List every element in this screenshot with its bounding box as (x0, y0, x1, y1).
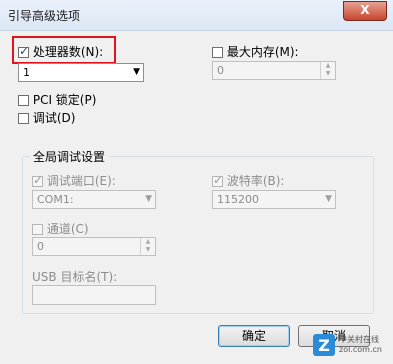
spinner-arrows-icon[interactable]: ▲ ▼ (320, 62, 335, 79)
debug-port-option[interactable]: 调试端口(E): (32, 172, 116, 189)
debug-checkbox[interactable] (18, 113, 29, 124)
processor-count-select[interactable]: 1 ▼ (18, 63, 144, 82)
debug-option[interactable]: 调试(D) (18, 109, 75, 126)
spinner-arrows-icon[interactable]: ▲ ▼ (140, 238, 155, 255)
pci-lock-label: PCI 锁定(P) (32, 93, 97, 107)
usb-target-label: USB 目标名(T): (32, 270, 118, 284)
pci-lock-option[interactable]: PCI 锁定(P) (18, 91, 96, 108)
baud-rate-label: 波特率(B): (226, 174, 285, 188)
channel-label: 通道(C) (46, 222, 89, 236)
pci-lock-checkbox[interactable] (18, 95, 29, 106)
close-button[interactable]: X (343, 1, 387, 21)
watermark-line1: 中关村在线 (339, 335, 379, 344)
channel-spinner[interactable]: 0 ▲ ▼ (32, 237, 156, 256)
global-debug-title: 全局调试设置 (30, 148, 109, 165)
debug-port-select[interactable]: COM1: ▼ (32, 190, 156, 209)
processor-count-value: 1 (23, 66, 30, 79)
max-memory-spinner[interactable]: 0 ▲ ▼ (212, 61, 336, 80)
boot-advanced-options-dialog: 引导高级选项 X 处理器数(N): 1 ▼ 最大内存(M): 0 ▲▼ PCI … (0, 0, 393, 364)
processor-count-option[interactable]: 处理器数(N): (18, 43, 103, 60)
chevron-down-icon: ▼ (325, 194, 332, 204)
max-memory-option[interactable]: 最大内存(M): (212, 43, 299, 60)
debug-port-label: 调试端口(E): (46, 174, 116, 188)
max-memory-checkbox[interactable] (212, 47, 223, 58)
watermark: Z 中关村在线 zol.com.cn (313, 332, 383, 358)
usb-target-input[interactable] (32, 285, 156, 305)
max-memory-value: 0 (217, 64, 224, 77)
debug-port-value: COM1: (37, 193, 74, 206)
svg-text:Z: Z (318, 336, 330, 355)
baud-rate-select[interactable]: 115200 ▼ (212, 190, 336, 209)
watermark-line2: zol.com.cn (339, 345, 382, 354)
chevron-down-icon: ▼ (145, 194, 152, 204)
baud-rate-checkbox[interactable] (212, 173, 223, 187)
processor-count-label: 处理器数(N): (32, 45, 104, 59)
chevron-down-icon: ▼ (133, 67, 140, 77)
processor-count-checkbox[interactable] (18, 44, 29, 58)
baud-rate-value: 115200 (217, 193, 259, 206)
debug-port-checkbox[interactable] (32, 173, 43, 187)
channel-value: 0 (37, 240, 44, 253)
ok-button[interactable]: 确定 (218, 325, 290, 347)
debug-label: 调试(D) (32, 111, 76, 125)
title-bar: 引导高级选项 X (0, 0, 393, 31)
window-title: 引导高级选项 (8, 9, 81, 23)
channel-checkbox[interactable] (32, 224, 43, 235)
max-memory-label: 最大内存(M): (226, 45, 299, 59)
baud-rate-option[interactable]: 波特率(B): (212, 172, 284, 189)
channel-option[interactable]: 通道(C) (32, 220, 89, 237)
